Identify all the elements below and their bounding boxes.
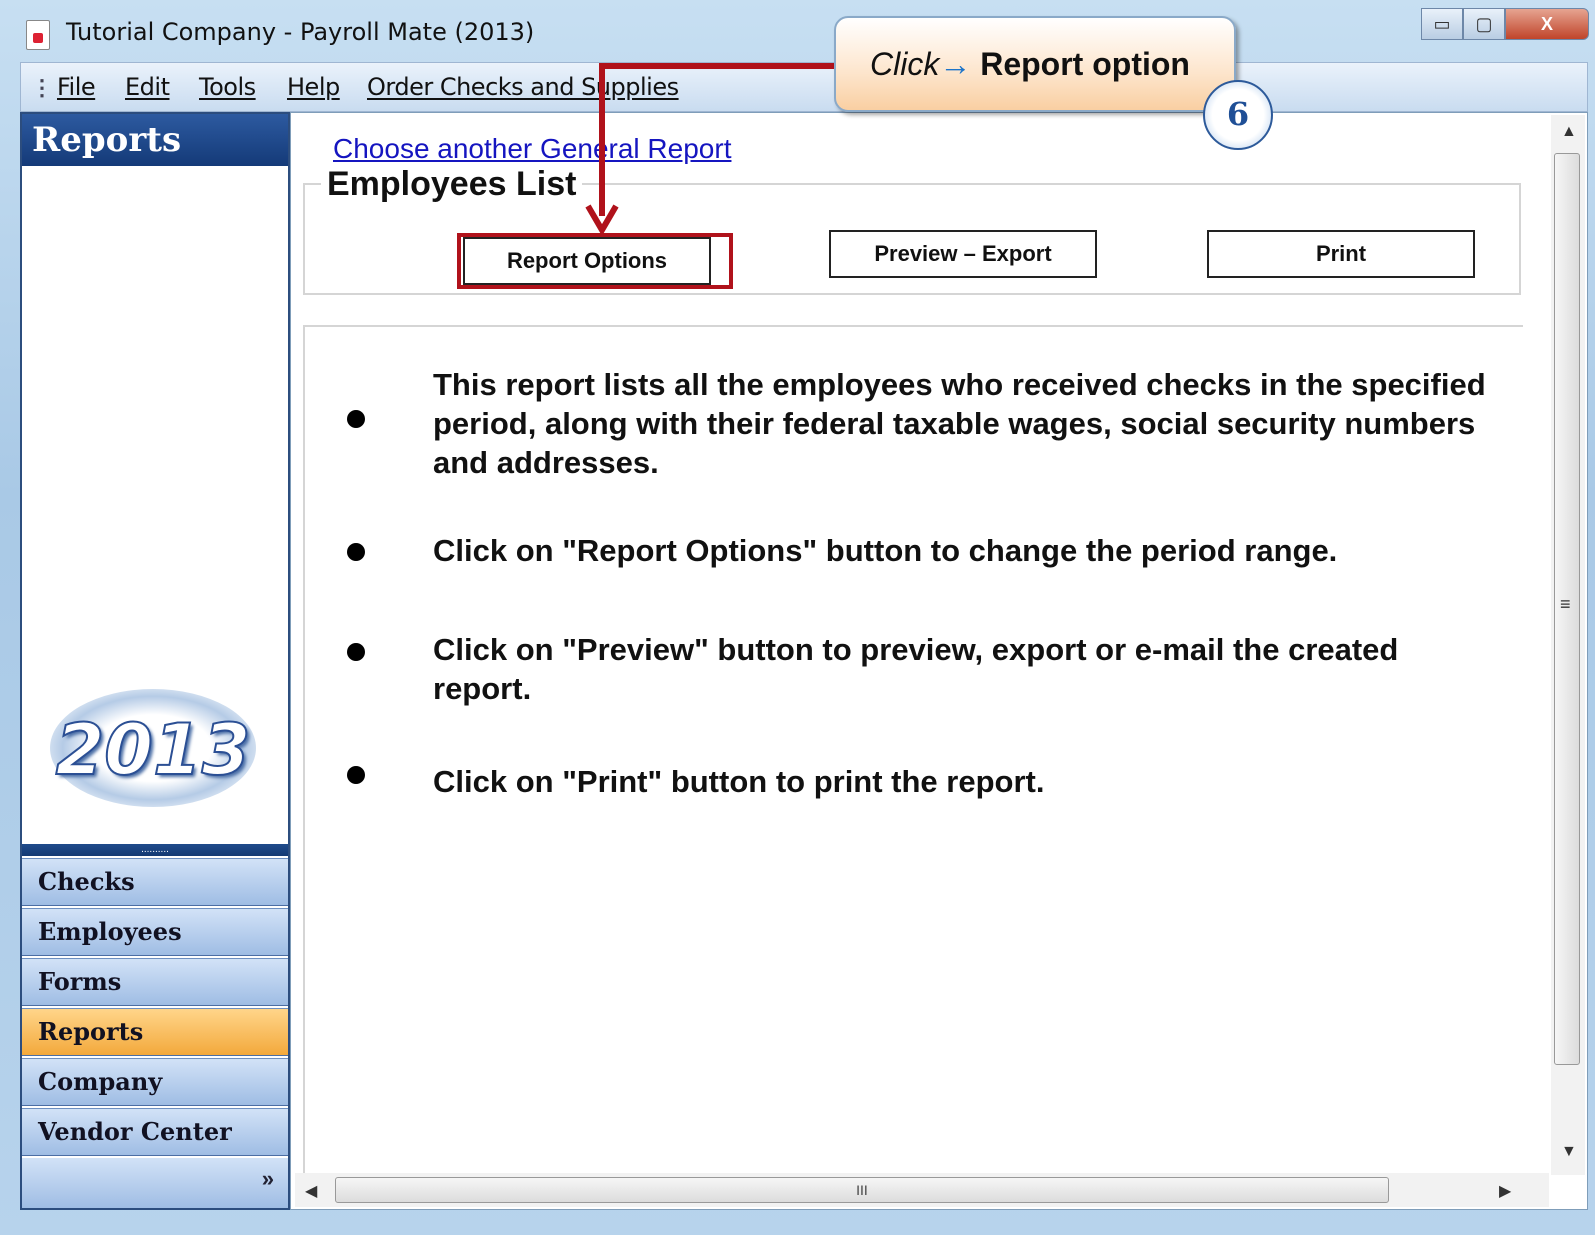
menu-bar: ⋮ File Edit Tools Help Order Checks and … <box>20 62 1588 112</box>
title-bar: Tutorial Company - Payroll Mate (2013) ▭… <box>0 0 1595 62</box>
close-button[interactable]: X <box>1505 8 1589 40</box>
preview-export-button[interactable]: Preview – Export <box>829 230 1097 278</box>
menu-file[interactable]: File <box>57 73 96 101</box>
nav-reports[interactable]: Reports <box>22 1008 288 1056</box>
bullet-2 <box>347 543 365 561</box>
app-icon <box>26 20 50 50</box>
scroll-down-icon[interactable]: ▼ <box>1561 1143 1577 1161</box>
vertical-scroll-thumb[interactable]: ≡ <box>1554 153 1580 1065</box>
report-title: Employees List <box>321 165 583 204</box>
bullet-4 <box>347 766 365 784</box>
callout-click: Click <box>870 46 940 82</box>
minimize-button[interactable]: ▭ <box>1421 8 1463 40</box>
sidebar-title: Reports <box>32 120 182 160</box>
maximize-button[interactable]: ▢ <box>1463 8 1505 40</box>
nav-vendor-center[interactable]: Vendor Center <box>22 1108 288 1156</box>
scroll-up-icon[interactable]: ▲ <box>1561 123 1577 141</box>
maximize-icon: ▢ <box>1475 13 1493 34</box>
step-number-badge: 6 <box>1203 80 1273 150</box>
app-window: Tutorial Company - Payroll Mate (2013) ▭… <box>0 0 1595 1235</box>
tutorial-callout: Click→ Report option <box>834 16 1236 112</box>
scroll-left-icon[interactable]: ◀ <box>305 1181 317 1201</box>
close-icon: X <box>1540 13 1553 34</box>
chevron-more-icon: » <box>261 1166 274 1191</box>
nav-checks[interactable]: Checks <box>22 858 288 906</box>
toolbar-grip-icon: ⋮ <box>31 75 53 100</box>
menu-help[interactable]: Help <box>287 73 340 101</box>
minimize-icon: ▭ <box>1433 13 1451 34</box>
menu-tools[interactable]: Tools <box>199 73 256 101</box>
report-options-highlight <box>457 233 733 289</box>
description-2: Click on "Report Options" button to chan… <box>433 533 1338 568</box>
window-title: Tutorial Company - Payroll Mate (2013) <box>66 18 535 46</box>
sidebar: Reports 2013 .......... Checks Employees… <box>20 112 290 1210</box>
nav-employees[interactable]: Employees <box>22 908 288 956</box>
scroll-right-icon[interactable]: ▶ <box>1499 1181 1511 1201</box>
year-logo-text: 2013 <box>55 708 252 792</box>
bullet-3 <box>347 643 365 661</box>
callout-target: Report option <box>980 46 1190 82</box>
nav-overflow[interactable]: » <box>22 1158 288 1208</box>
description-1: This report lists all the employees who … <box>433 367 1486 480</box>
sidebar-header: Reports <box>22 114 288 166</box>
callout-text: Click→ Report option <box>870 46 1190 83</box>
grip-icon: ≡ <box>1560 594 1571 614</box>
arrow-right-icon: → <box>939 46 972 82</box>
sidebar-splitter[interactable]: .......... <box>22 844 288 856</box>
horizontal-scrollbar[interactable]: ◀ III ▶ <box>295 1173 1549 1207</box>
report-panel: Choose another General Report Employees … <box>290 112 1588 1210</box>
menu-order-checks[interactable]: Order Checks and Supplies <box>367 73 679 101</box>
horizontal-scroll-thumb[interactable]: III <box>335 1177 1389 1203</box>
nav-company[interactable]: Company <box>22 1058 288 1106</box>
year-logo: 2013 <box>50 689 256 807</box>
nav-forms[interactable]: Forms <box>22 958 288 1006</box>
choose-report-link[interactable]: Choose another General Report <box>333 133 731 165</box>
menu-edit[interactable]: Edit <box>125 73 170 101</box>
description-3: Click on "Preview" button to preview, ex… <box>433 632 1399 706</box>
vertical-scrollbar[interactable]: ▲ ≡ ▼ <box>1551 115 1585 1175</box>
window-controls: ▭ ▢ X <box>1421 8 1589 42</box>
print-button[interactable]: Print <box>1207 230 1475 278</box>
bullet-1 <box>347 410 365 428</box>
description-4: Click on "Print" button to print the rep… <box>433 764 1045 799</box>
